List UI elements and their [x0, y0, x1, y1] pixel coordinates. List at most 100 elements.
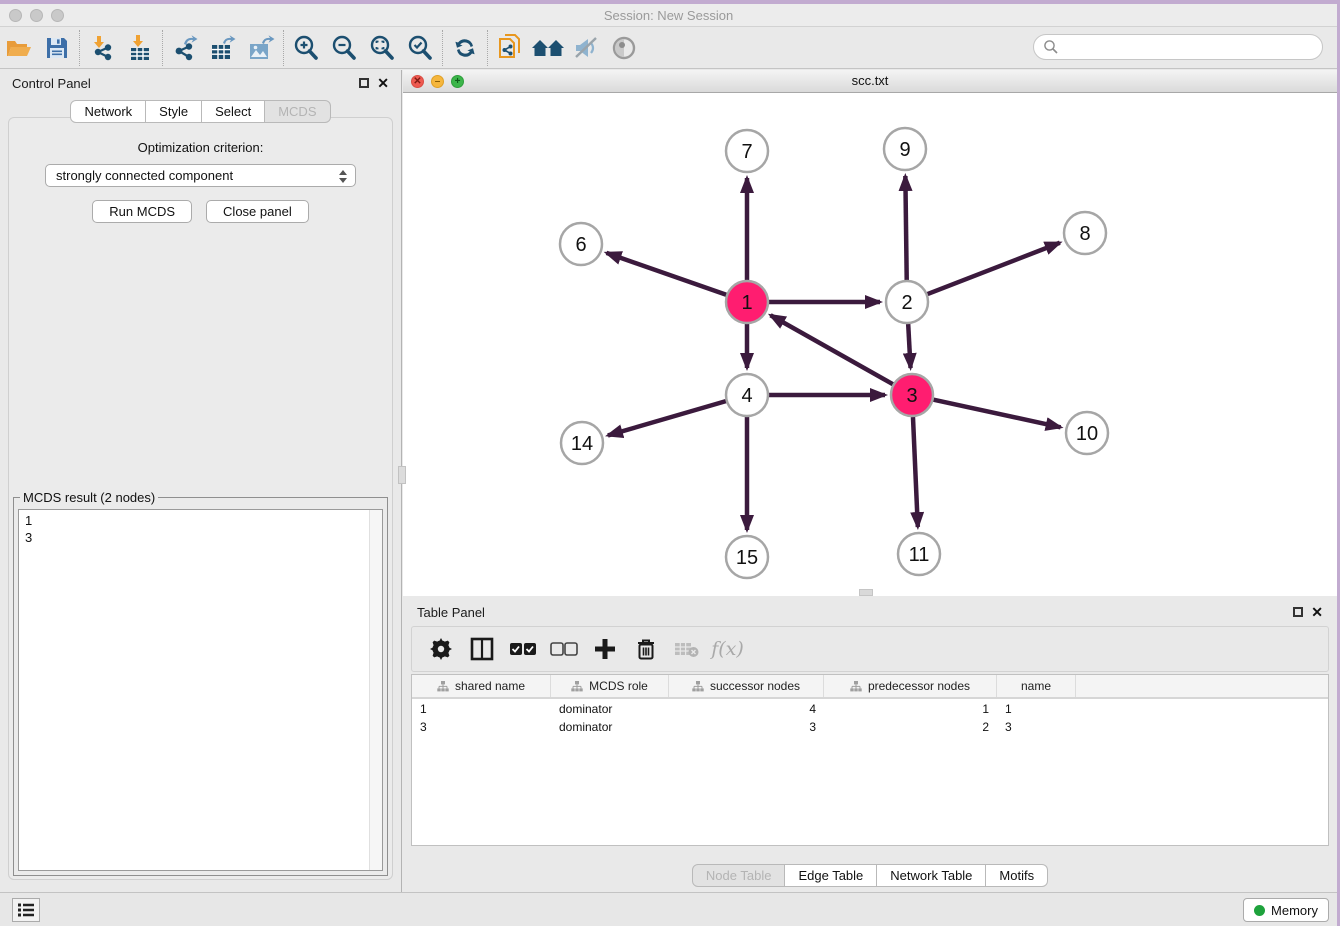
add-row-button[interactable]	[586, 631, 623, 667]
table-panel: Table Panel ✕	[403, 600, 1337, 892]
cell-shared-name[interactable]: 1	[412, 701, 551, 717]
column-header-name[interactable]: name	[997, 675, 1076, 697]
svg-text:6: 6	[575, 234, 586, 256]
edge-3-10[interactable]	[933, 400, 1060, 428]
edge-3-11[interactable]	[913, 417, 918, 527]
export-network-button[interactable]	[166, 31, 204, 65]
node-table[interactable]: shared nameMCDS rolesuccessor nodesprede…	[411, 674, 1329, 846]
eye-button[interactable]	[605, 31, 643, 65]
table-settings-button[interactable]	[422, 631, 459, 667]
cell-shared-name[interactable]: 3	[412, 719, 551, 735]
edge-2-3[interactable]	[908, 324, 910, 368]
function-builder-button[interactable]: f(x)	[709, 631, 746, 667]
zoom-out-button[interactable]	[325, 31, 363, 65]
graph-node-2[interactable]: 2	[886, 281, 928, 323]
share-document-button[interactable]	[491, 31, 529, 65]
cell-MCDS-role[interactable]: dominator	[551, 719, 669, 735]
cell-name[interactable]: 1	[997, 701, 1076, 717]
minimize-window-button[interactable]	[30, 9, 43, 22]
delete-row-button[interactable]	[627, 631, 664, 667]
cell-MCDS-role[interactable]: dominator	[551, 701, 669, 717]
panel-splitter-handle[interactable]	[398, 466, 406, 484]
edge-4-14[interactable]	[608, 401, 726, 435]
close-panel-icon[interactable]: ✕	[377, 76, 389, 90]
column-header-shared-name[interactable]: shared name	[412, 675, 551, 697]
network-canvas[interactable]: 7 9 6 8 1 2 4 3 14 10 15 11	[403, 93, 1337, 596]
graph-node-9[interactable]: 9	[884, 128, 926, 170]
edge-2-8[interactable]	[928, 243, 1060, 294]
graph-node-3[interactable]: 3	[891, 374, 933, 416]
mcds-result-text[interactable]: 13	[18, 509, 383, 871]
network-close-button[interactable]: ✕	[411, 75, 424, 88]
cell-name[interactable]: 3	[997, 719, 1076, 735]
optimization-criterion-label: Optimization criterion:	[9, 140, 392, 155]
table-panel-tabs: Node TableEdge TableNetwork TableMotifs	[403, 864, 1337, 887]
deselect-all-button[interactable]	[545, 631, 582, 667]
tab-network-table[interactable]: Network Table	[877, 864, 986, 887]
graph-node-6[interactable]: 6	[560, 223, 602, 265]
search-icon	[1043, 39, 1059, 55]
home-button[interactable]	[529, 31, 567, 65]
save-session-button[interactable]	[38, 31, 76, 65]
edge-3-1[interactable]	[771, 315, 893, 384]
graph-node-7[interactable]: 7	[726, 130, 768, 172]
graph-node-10[interactable]: 10	[1066, 412, 1108, 454]
memory-button[interactable]: Memory	[1243, 898, 1329, 922]
tab-select[interactable]: Select	[202, 100, 265, 123]
close-panel-icon[interactable]: ✕	[1311, 605, 1323, 619]
graph-node-15[interactable]: 15	[726, 536, 768, 578]
tab-edge-table[interactable]: Edge Table	[785, 864, 877, 887]
tab-style[interactable]: Style	[146, 100, 202, 123]
network-minimize-button[interactable]: –	[431, 75, 444, 88]
table-row[interactable]: 3dominator323	[412, 719, 1328, 735]
graph-node-11[interactable]: 11	[898, 533, 940, 575]
zoom-fit-button[interactable]	[363, 31, 401, 65]
graph-node-8[interactable]: 8	[1064, 212, 1106, 254]
network-maximize-button[interactable]: +	[451, 75, 464, 88]
zoom-selected-button[interactable]	[401, 31, 439, 65]
delete-table-button[interactable]	[668, 631, 705, 667]
open-session-button[interactable]	[0, 31, 38, 65]
column-header-successor-nodes[interactable]: successor nodes	[669, 675, 824, 697]
table-row[interactable]: 1dominator411	[412, 701, 1328, 717]
close-panel-button[interactable]: Close panel	[206, 200, 309, 223]
select-all-button[interactable]	[504, 631, 541, 667]
control-panel-header: Control Panel ✕	[0, 70, 401, 96]
network-hscroll-handle[interactable]	[859, 589, 873, 596]
search-input[interactable]	[1033, 34, 1323, 60]
task-history-button[interactable]	[12, 898, 40, 922]
edge-1-6[interactable]	[606, 253, 726, 295]
close-window-button[interactable]	[9, 9, 22, 22]
zoom-selected-icon	[406, 34, 434, 62]
import-table-button[interactable]	[121, 31, 159, 65]
float-panel-icon[interactable]	[1293, 607, 1303, 617]
cell-successor-nodes[interactable]: 3	[669, 719, 824, 735]
cell-successor-nodes[interactable]: 4	[669, 701, 824, 717]
refresh-button[interactable]	[446, 31, 484, 65]
run-mcds-button[interactable]: Run MCDS	[92, 200, 192, 223]
announcement-off-button[interactable]	[567, 31, 605, 65]
column-header-predecessor-nodes[interactable]: predecessor nodes	[824, 675, 997, 697]
mcds-result-scrollbar[interactable]	[369, 510, 382, 870]
tab-motifs[interactable]: Motifs	[986, 864, 1048, 887]
tab-network[interactable]: Network	[70, 100, 146, 123]
float-panel-icon[interactable]	[359, 78, 369, 88]
zoom-in-button[interactable]	[287, 31, 325, 65]
tab-mcds[interactable]: MCDS	[265, 100, 330, 123]
edge-2-9[interactable]	[905, 176, 906, 280]
maximize-window-button[interactable]	[51, 9, 64, 22]
graph-node-14[interactable]: 14	[561, 422, 603, 464]
network-graph[interactable]: 7 9 6 8 1 2 4 3 14 10 15 11	[403, 93, 1337, 596]
cell-predecessor-nodes[interactable]: 2	[824, 719, 997, 735]
export-image-button[interactable]	[242, 31, 280, 65]
delete-table-icon	[674, 640, 700, 658]
cell-predecessor-nodes[interactable]: 1	[824, 701, 997, 717]
import-network-button[interactable]	[83, 31, 121, 65]
column-layout-button[interactable]	[463, 631, 500, 667]
export-table-button[interactable]	[204, 31, 242, 65]
graph-node-4[interactable]: 4	[726, 374, 768, 416]
graph-node-1[interactable]: 1	[726, 281, 768, 323]
tab-node-table[interactable]: Node Table	[692, 864, 786, 887]
criterion-select[interactable]: strongly connected component	[45, 164, 356, 187]
column-header-MCDS-role[interactable]: MCDS role	[551, 675, 669, 697]
